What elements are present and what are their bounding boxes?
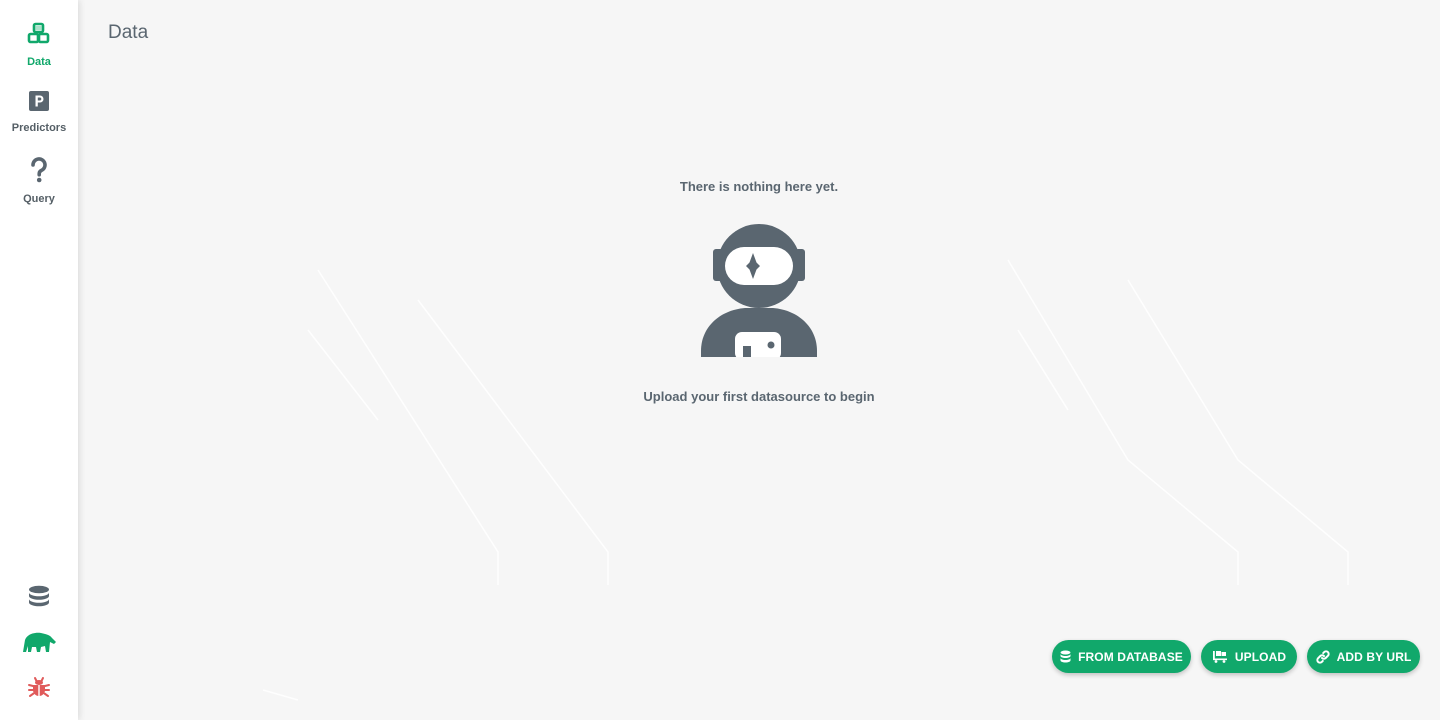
database-icon xyxy=(1060,650,1071,664)
add-by-url-label: ADD BY URL xyxy=(1336,649,1412,664)
sidebar-item-data[interactable]: Data xyxy=(0,22,78,68)
empty-state-subtitle: Upload your first datasource to begin xyxy=(643,389,875,404)
question-icon xyxy=(29,157,49,188)
mindsdb-bear-logo xyxy=(0,630,78,654)
upload-label: UPLOAD xyxy=(1234,649,1287,664)
bug-icon[interactable] xyxy=(0,675,78,699)
empty-state-title: There is nothing here yet. xyxy=(679,179,839,194)
add-by-url-button[interactable]: ADD BY URL xyxy=(1307,640,1420,673)
sidebar-item-label: Query xyxy=(23,193,55,205)
predictor-p-icon xyxy=(28,90,50,117)
database-icon[interactable] xyxy=(0,585,78,611)
sidebar-item-query[interactable]: Query xyxy=(0,157,78,205)
app-window: Data Predictors Query Data There is noth… xyxy=(0,0,1440,720)
sidebar-item-label: Data xyxy=(27,56,51,68)
sidebar: Data Predictors Query xyxy=(0,0,78,720)
astronaut-icon xyxy=(700,224,818,365)
cubes-icon xyxy=(26,22,52,51)
main-content: Data There is nothing here yet. Upload y… xyxy=(78,0,1440,720)
sidebar-item-label: Predictors xyxy=(11,122,67,134)
upload-button[interactable]: UPLOAD xyxy=(1201,640,1297,673)
page-title: Data xyxy=(108,22,149,43)
from-database-button[interactable]: FROM DATABASE xyxy=(1052,640,1191,673)
upload-dolly-icon xyxy=(1212,650,1228,663)
sidebar-item-predictors[interactable]: Predictors xyxy=(0,90,78,134)
link-icon xyxy=(1315,649,1330,664)
from-database-label: FROM DATABASE xyxy=(1078,649,1183,664)
